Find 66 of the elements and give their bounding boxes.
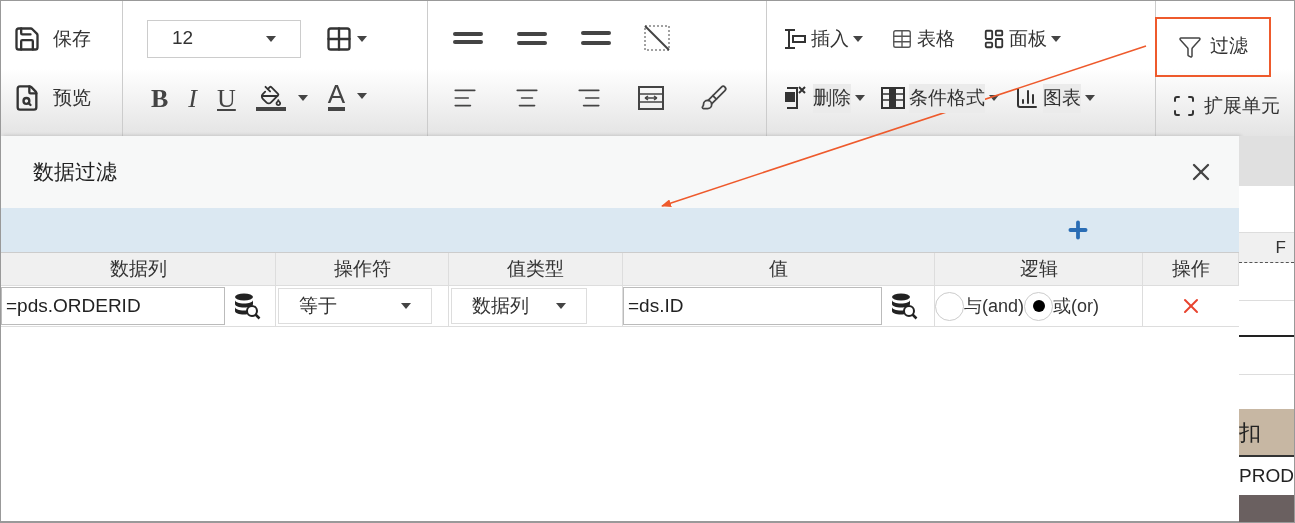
caret-icon (357, 93, 368, 99)
text-style-button[interactable]: I (188, 78, 197, 118)
delete-column-icon (783, 85, 809, 112)
column-header: 数据列 (1, 253, 276, 285)
fill-color-button[interactable] (255, 85, 308, 111)
database-search-icon[interactable] (890, 292, 918, 320)
toolbar-button[interactable]: 保存 (13, 24, 122, 53)
color-bar (255, 107, 286, 111)
caret-icon (855, 95, 865, 102)
chart-icon (1015, 86, 1039, 111)
toolbar-button[interactable]: 表格 (891, 24, 955, 53)
caret-icon (989, 95, 999, 102)
radio-button[interactable] (1024, 291, 1054, 321)
toolbar-button[interactable]: 预览 (13, 84, 122, 113)
toolbar-button[interactable]: 面板 (983, 24, 1061, 53)
caret-icon (556, 303, 566, 309)
toolbar-button[interactable]: 插入 (783, 24, 863, 53)
clear-border-icon[interactable] (644, 25, 670, 52)
font-size-select[interactable]: 12 (147, 19, 301, 58)
column-header: 值类型 (449, 253, 623, 285)
toolbar-button[interactable]: 图表 (1015, 84, 1095, 113)
caret-icon (1051, 35, 1061, 42)
dialog-title: 数据过滤 (33, 159, 117, 186)
line-spacing-icon[interactable] (516, 31, 548, 45)
caret-icon (401, 303, 411, 309)
radio-label: 或(or) (1053, 294, 1100, 318)
column-header: 值 (623, 253, 935, 285)
column-header: F (1239, 233, 1294, 263)
sheet-cell: 扣 (1239, 409, 1294, 457)
operator-select[interactable]: 等于 (278, 288, 432, 324)
database-search-icon[interactable] (233, 292, 261, 320)
merge-cells-icon[interactable] (638, 84, 664, 111)
panel-icon (983, 27, 1005, 50)
caret-icon (853, 35, 863, 42)
radio-button[interactable] (935, 291, 964, 321)
filter-icon (1178, 34, 1202, 59)
caret-icon (1085, 95, 1095, 102)
column-header: 逻辑 (935, 253, 1143, 285)
expand-icon (1172, 94, 1196, 119)
column-header: 操作符 (276, 253, 449, 285)
caret-icon (357, 35, 367, 42)
text-style-button[interactable]: B (151, 78, 169, 118)
conditional-format-icon (881, 86, 905, 111)
caret-icon (297, 95, 308, 101)
caret-icon (266, 35, 276, 42)
filter-button[interactable]: 过滤 (1155, 16, 1271, 77)
border-button[interactable] (325, 24, 367, 53)
line-spacing-icon[interactable] (452, 32, 484, 45)
radio-label: 与(and) (964, 294, 1025, 318)
font-color-button[interactable]: A (327, 81, 368, 115)
table-icon (891, 27, 913, 50)
value-input[interactable]: =ds.ID (623, 287, 882, 325)
save-icon (13, 24, 41, 53)
toolbar-button[interactable]: 删除 (783, 84, 865, 113)
toolbar-button[interactable]: 扩展单元 (1156, 91, 1294, 121)
data-column-input[interactable]: =pds.ORDERID (1, 287, 225, 325)
line-spacing-icon[interactable] (580, 31, 612, 46)
sheet-cell-text: PROD (1239, 463, 1294, 488)
brush-icon[interactable] (700, 83, 728, 112)
border-grid-icon (325, 24, 353, 53)
value-type-select[interactable]: 数据列 (451, 288, 587, 324)
sheet-dark-area (1239, 495, 1294, 522)
insert-row-icon (783, 26, 807, 51)
text-style-button[interactable]: U (217, 78, 236, 118)
paint-bucket-icon (259, 85, 282, 107)
sheet-header-bar (1239, 136, 1294, 186)
